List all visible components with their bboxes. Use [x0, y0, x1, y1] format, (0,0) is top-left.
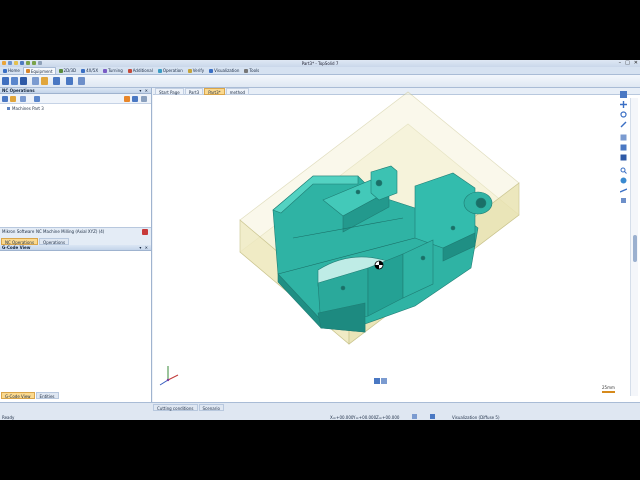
- tools-icon: [244, 68, 249, 73]
- simulate-icon[interactable]: [20, 96, 26, 102]
- tab-2d-3d[interactable]: 2D/3D: [57, 67, 79, 74]
- window-title: Part3* - TopSolid 7: [301, 61, 339, 66]
- graphics-viewport[interactable]: Start Page Part3 Part3* method 25mm: [153, 88, 640, 402]
- zoom-in-icon[interactable]: [619, 121, 628, 128]
- holder-icon[interactable]: [20, 77, 27, 85]
- visualization-icon: [209, 68, 214, 73]
- gcode-view-area: G-Code View Entities: [0, 251, 151, 401]
- operation-icon: [157, 68, 162, 73]
- y-coordinate: Y=+00.000: [353, 415, 377, 420]
- maximize-button[interactable]: □: [625, 61, 630, 66]
- verify-icon: [187, 68, 192, 73]
- assembly-icon[interactable]: [78, 77, 85, 85]
- 3d-scene[interactable]: [153, 88, 640, 402]
- visualization-mode: Visualization (Diffuse 5): [452, 415, 500, 420]
- folder-icon: [7, 107, 10, 110]
- tree-node-machines[interactable]: Machines Part 3: [7, 106, 44, 111]
- z-coordinate: Z=+00.000: [376, 415, 400, 420]
- close-button[interactable]: ✕: [634, 61, 638, 66]
- panel-controls[interactable]: ▾ ✕: [139, 88, 149, 93]
- 2d-3d-icon: [58, 68, 63, 73]
- scale-bar: [602, 391, 615, 393]
- warning-icon: [142, 229, 148, 235]
- x-coordinate: X=+00.000: [330, 415, 354, 420]
- orange-action-icon[interactable]: [124, 96, 130, 102]
- tab-equipment[interactable]: Equipment: [22, 67, 56, 74]
- home-icon: [3, 68, 7, 73]
- view-side-icon[interactable]: [619, 154, 628, 161]
- equipment-icon: [25, 69, 30, 73]
- nc-operations-tree: Machines Part 3: [0, 104, 151, 227]
- scrollbar-thumb[interactable]: [633, 235, 637, 262]
- settings-icon[interactable]: [34, 96, 40, 102]
- machine-icon[interactable]: [2, 77, 9, 85]
- section-icon[interactable]: [619, 187, 628, 194]
- turning-icon: [103, 68, 108, 73]
- tab-tools[interactable]: Tools: [242, 67, 261, 74]
- tab-operation[interactable]: Operation: [156, 67, 185, 74]
- status-text: Ready: [2, 415, 15, 420]
- tab-scenario[interactable]: Scenario: [198, 404, 224, 411]
- refresh-icon[interactable]: [2, 96, 8, 102]
- machine-info-bar: Mikron Software NC Machine Milling (Axia…: [0, 227, 151, 245]
- vertical-scrollbar[interactable]: [630, 98, 638, 396]
- 4x-5x-icon: [81, 68, 86, 73]
- tab-operations[interactable]: Operations: [39, 238, 70, 245]
- axis-triad: [159, 366, 179, 386]
- status-bar: Cutting conditions Scenario Ready X=+00.…: [0, 402, 640, 420]
- tab-verify[interactable]: Verify: [186, 67, 206, 74]
- tab-4x-5x[interactable]: 4X/5X: [79, 67, 100, 74]
- minimize-button[interactable]: –: [619, 61, 622, 66]
- tab-entities[interactable]: Entities: [35, 392, 59, 399]
- tab-gcode-view[interactable]: G-Code View: [1, 392, 35, 399]
- tab-cutting-conditions[interactable]: Cutting conditions: [153, 404, 198, 411]
- scale-indicator: 25mm: [602, 385, 615, 393]
- search-icon[interactable]: [619, 167, 628, 174]
- shading-icon[interactable]: [619, 177, 628, 184]
- nc-operations-toolbar: [0, 94, 151, 104]
- gcode-panel-controls[interactable]: ▾ ✕: [139, 245, 149, 250]
- origin-marker[interactable]: [374, 260, 384, 270]
- ribbon-tabs: Home Equipment 2D/3D 4X/5X Turning Addit…: [0, 67, 640, 75]
- machined-part: [272, 165, 493, 333]
- view-front-icon[interactable]: [619, 144, 628, 151]
- tab-visualization[interactable]: Visualization: [207, 67, 241, 74]
- tab-turning[interactable]: Turning: [101, 67, 125, 74]
- rotate-icon[interactable]: [66, 77, 73, 85]
- zoom-all-icon[interactable]: [619, 91, 628, 98]
- stock-icon[interactable]: [41, 77, 48, 85]
- title-bar: Part3* - TopSolid 7 – □ ✕: [0, 60, 640, 67]
- additional-icon: [127, 68, 132, 73]
- pan-icon[interactable]: [619, 101, 628, 108]
- snap-icon[interactable]: [430, 414, 435, 419]
- tool-icon[interactable]: [11, 77, 18, 85]
- machine-name: NC Machine Milling (Axial XYZ) (4): [36, 229, 105, 234]
- machine-company: Mikron Software: [2, 229, 35, 234]
- fixture-icon[interactable]: [32, 77, 39, 85]
- view-top-icon[interactable]: [619, 134, 628, 141]
- left-panel: NC Operations ▾ ✕ Machines Part 3 Mikron…: [0, 88, 152, 402]
- display-icon[interactable]: [619, 197, 628, 204]
- rotate-view-icon[interactable]: [619, 111, 628, 118]
- tab-additional[interactable]: Additional: [126, 67, 155, 74]
- app-window: Part3* - TopSolid 7 – □ ✕ Home Equipment…: [0, 60, 640, 420]
- blue-action-icon[interactable]: [132, 96, 138, 102]
- ribbon-toolbar: [0, 75, 640, 88]
- tab-nc-operations[interactable]: NC Operations: [1, 238, 39, 245]
- navigation-icon[interactable]: [374, 378, 387, 384]
- grid-icon[interactable]: [412, 414, 417, 419]
- clamp-icon[interactable]: [53, 77, 60, 85]
- filter-icon[interactable]: [10, 96, 16, 102]
- tab-home[interactable]: Home: [1, 67, 22, 74]
- expand-icon[interactable]: [141, 96, 147, 102]
